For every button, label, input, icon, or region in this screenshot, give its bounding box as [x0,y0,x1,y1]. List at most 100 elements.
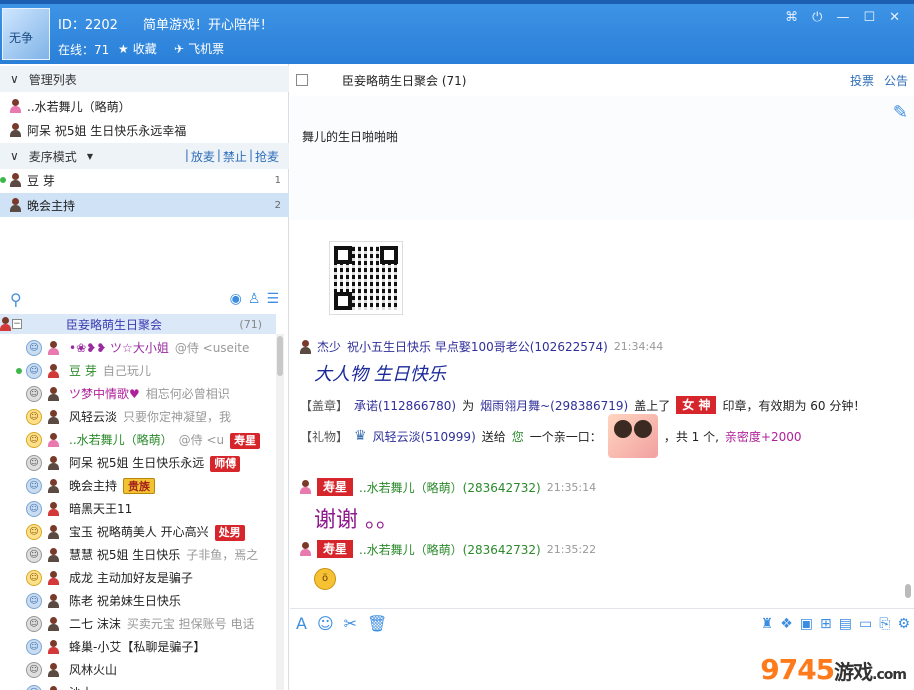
message-user[interactable]: ..水若舞儿（略萌）(283642732) [359,479,541,496]
user-list-scrollbar[interactable] [276,334,284,690]
user-list-item[interactable]: ☺ •❀❥❥ ツ☆大小姐 @侍 <useite [0,336,276,359]
message-user[interactable]: 杰少 [317,338,341,355]
user-signature: @侍 <u [178,432,225,447]
message-user[interactable]: ..水若舞儿（略萌）(283642732) [359,541,541,558]
level-face-icon: ☺ [26,569,42,586]
stamp-mid: 为 [462,398,475,413]
user-list-item[interactable]: ☺ 风轻云淡 只要你定神凝望，我 [0,405,276,428]
user-list-item[interactable]: ☺ 宝玉 祝略萌美人 开心高兴 处男 [0,520,276,543]
user-icon [48,501,59,516]
stamp-suffix: 印章，有效期为 60 分钟！ [722,398,866,413]
user-list-item[interactable]: ☺ 阿呆 祝5姐 生日快乐永远 师傅 [0,451,276,474]
grab-mic-link[interactable]: 抢麦 [255,148,279,165]
emoji-icon[interactable]: ☺ [317,614,334,633]
user-name: 慧慧 祝5姐 生日快乐 [69,548,181,562]
user-icon [48,409,59,424]
user-list-item[interactable]: ☺ ツ梦中情歌♥ 相忘何必曾相识 [0,382,276,405]
user-badge: 师傅 [210,455,241,472]
book-icon[interactable]: ▤ [839,616,852,632]
stamp-user[interactable]: 承诺(112866780) [354,397,456,414]
room-group-header[interactable]: − 臣妾略萌生日聚会 (71) [0,314,276,334]
ban-mic-link[interactable]: 禁止 [223,148,247,165]
input-toolbar: A ☺ ✂ 🗑 ♜ ❖ ▣ ⊞ ▤ ▭ ⎘ ⚙ [290,608,914,638]
vote-link[interactable]: 投票 [850,72,874,89]
user-voice-icon[interactable]: ♙ [248,291,261,307]
user-list-item[interactable]: ☺ 成龙 主动加好友是骗子 [0,566,276,589]
user-list-item[interactable]: ☺ 晚会主持 贵族 [0,474,276,497]
trash-icon[interactable]: 🗑 [367,614,387,633]
gamepad-icon[interactable]: ⌘ [785,10,798,25]
user-list-item[interactable]: ☺ 陈老 祝弟妹生日快乐 [0,589,276,612]
user-list-item[interactable]: ☺ 蜂巢-小艾【私聊是骗子】 [0,635,276,658]
message-time: 21:34:44 [613,340,664,353]
edit-icon[interactable]: ✎ [893,102,908,123]
user-list-item[interactable]: ☺ 风林火山 [0,658,276,681]
trophy-icon[interactable]: ♜ [761,616,774,632]
collapse-icon[interactable]: − [12,319,22,329]
record-icon[interactable]: ⎘ [879,616,890,632]
user-name: 风林火山 [69,663,118,677]
mic-mode-header[interactable]: ∨ 麦序模式 ▼ | 放麦 | 禁止 | 抢麦 [0,143,289,169]
room-avatar[interactable]: 无争 [2,8,50,60]
announcement-link[interactable]: 公告 [884,72,908,89]
level-face-icon: ☺ [26,546,42,563]
user-search-bar: ⚲ ◉ ♙ ☰ [0,284,289,314]
user-name: 豆 芽 [69,364,97,378]
chat-message-header: 寿星 ..水若舞儿（略萌）(283642732) 21:35:22 [300,540,596,558]
mic-mode-title: 麦序模式 [28,149,77,164]
font-icon[interactable]: A [296,614,307,633]
list-icon[interactable]: ☰ [266,291,279,307]
stamp-target[interactable]: 烟雨翎月舞~(298386719) [480,397,628,414]
search-icon[interactable]: ⚲ [10,290,22,309]
level-face-icon: ☺ [26,477,42,494]
level-face-icon: ☺ [26,638,42,655]
power-icon[interactable]: ⏻ [812,10,822,25]
user-list: ☺ •❀❥❥ ツ☆大小姐 @侍 <useite ☺ 豆 芽自己玩儿 ☺ ツ梦中情歌♥ 相忘何必… [0,336,276,690]
user-signature: 子非鱼，焉之 [186,548,259,562]
give-mic-link[interactable]: 放麦 [191,148,215,165]
online-dot-icon [16,367,22,374]
maximize-icon[interactable]: ☐ [863,10,875,25]
gift-box-icon[interactable]: ▣ [800,616,813,632]
user-list-item[interactable]: ☺ ..水若舞儿（略萌） @侍 <u 寿星 [0,428,276,451]
user-icon [0,317,11,331]
minimize-icon[interactable]: — [836,10,849,25]
user-icon [10,173,21,187]
user-name: 二七 沫沫 [69,617,121,631]
favorite-button[interactable]: ★ 收藏 [118,40,157,57]
user-icon [48,340,59,355]
qr-code-image [330,242,402,314]
user-icon [48,363,59,378]
level-face-icon: ☺ [26,523,42,540]
user-name-line: 风林火山 [69,661,117,678]
mic-queue-item[interactable]: 晚会主持 2 [0,193,289,217]
admin-list-header[interactable]: ∨ 管理列表 [0,66,289,92]
settings-icon[interactable]: ⚙ [897,616,910,632]
lottery-icon[interactable]: ⊞ [820,616,832,632]
gift-icon[interactable]: ❖ [780,616,793,632]
admin-item[interactable]: ..水若舞儿（略萌） [0,94,289,118]
user-list-item[interactable]: ☺ 暗黑天王11 [0,497,276,520]
mic-queue-item[interactable]: 豆 芽 1 [0,168,289,192]
user-list-item[interactable]: ☺ 慧慧 祝5姐 生日快乐 子非鱼，焉之 [0,543,276,566]
gift-user[interactable]: 风轻云淡(510999) [373,428,476,445]
scissors-icon[interactable]: ✂ [344,614,357,633]
online-count: 在线：71 [58,43,110,57]
user-list-item[interactable]: ☺ 二七 沫沫 买卖元宝 担保账号 电话 [0,612,276,635]
user-icon [10,198,21,212]
user-list-item[interactable]: ☺ 豆 芽自己玩儿 [0,359,276,382]
user-badge: 贵族 [123,478,156,494]
level-face-icon: ☺ [26,592,42,609]
location-icon[interactable]: ◉ [230,291,242,307]
gift-mid: 送给 [481,429,506,444]
level-face-icon: ☺ [26,431,42,448]
message-icon[interactable]: ▭ [859,616,872,632]
user-list-item[interactable]: ☺ 沙土 [0,681,276,690]
close-icon[interactable]: ✕ [889,10,900,25]
ticket-button[interactable]: ✈ 飞机票 [174,40,224,57]
chat-scrollbar[interactable] [904,220,912,608]
os-strip [0,0,914,4]
admin-item[interactable]: 阿呆 祝5姐 生日快乐永远幸福 [0,118,289,142]
user-name-line: 阿呆 祝5姐 生日快乐永远 师傅 [69,454,241,472]
level-face-icon: ☺ [26,454,42,471]
